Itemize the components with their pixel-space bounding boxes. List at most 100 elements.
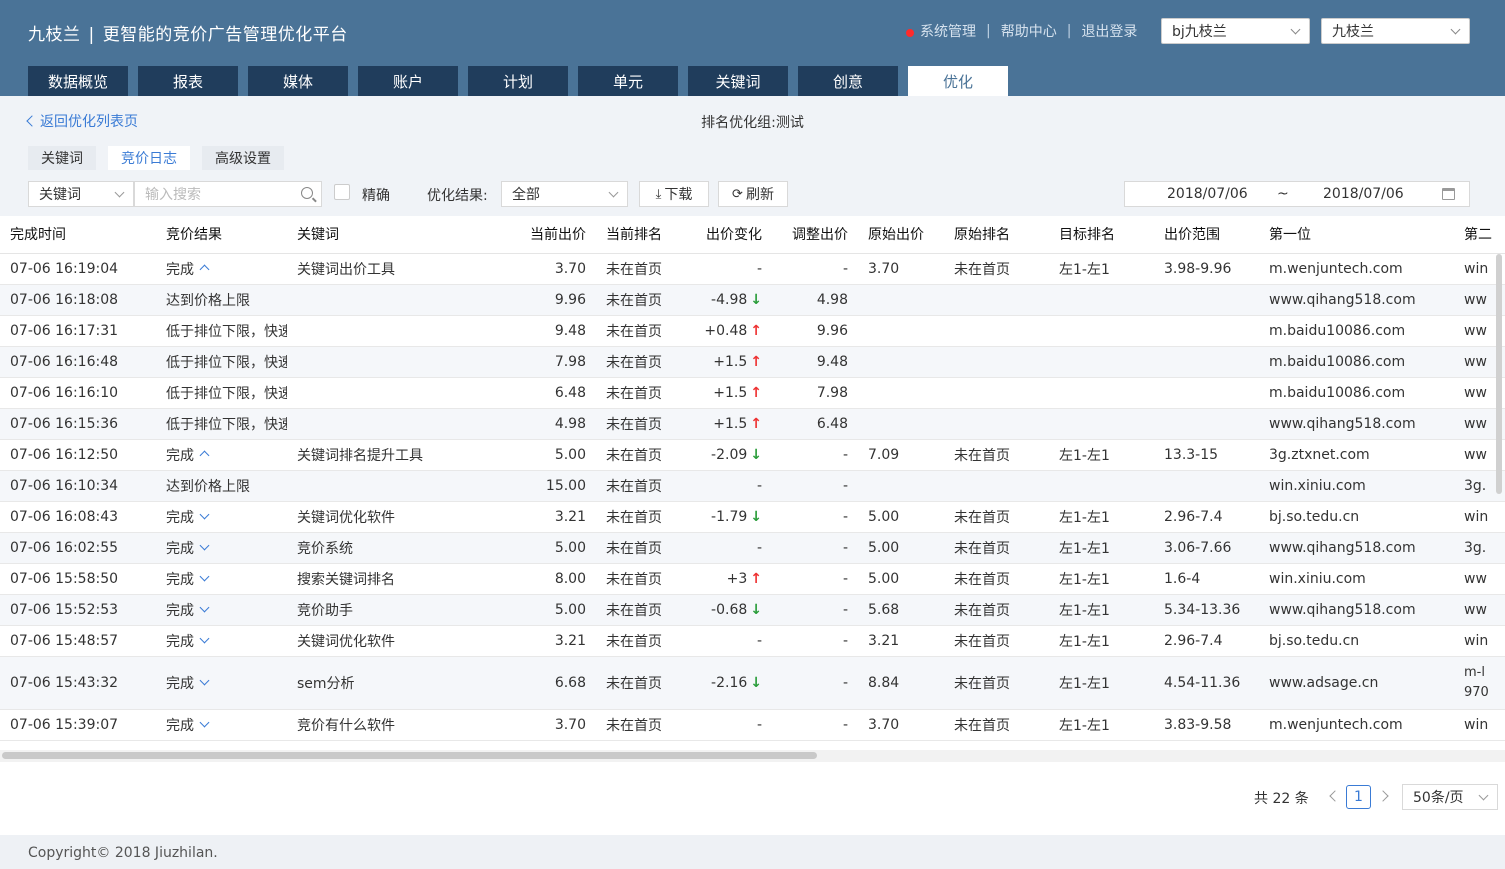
expand-up-icon[interactable] xyxy=(199,450,210,460)
table-row[interactable]: 07-06 16:19:04 完成 关键词出价工具 3.70 未在首页 - - 3.70 未在首… xyxy=(0,253,1505,285)
download-label: 下载 xyxy=(664,187,693,203)
cell-bid-range: 3.06-7.66 xyxy=(1154,532,1259,564)
cell-target-rank xyxy=(1049,315,1154,347)
expand-down-icon[interactable] xyxy=(199,717,210,727)
cell-keyword xyxy=(287,408,502,440)
tab-media[interactable]: 媒体 xyxy=(248,66,348,96)
refresh-button[interactable]: ⟳ 刷新 xyxy=(718,181,788,207)
tab-plan[interactable]: 计划 xyxy=(468,66,568,96)
cell-target-rank: 左1-左1 xyxy=(1049,253,1154,285)
expand-down-icon[interactable] xyxy=(199,571,210,581)
table-row[interactable]: 07-06 15:52:53 完成 竞价助手 5.00 未在首页 -0.68 ↓ - 5.68 未… xyxy=(0,594,1505,626)
table-row[interactable]: 07-06 16:18:08 达到价格上限 9.96 未在首页 -4.98 ↓ 4.98 ww… xyxy=(0,284,1505,316)
cell-original-rank xyxy=(944,315,1049,347)
cell-first-position: www.adsage.cn xyxy=(1259,656,1454,710)
download-button[interactable]: ⤓ 下载 xyxy=(639,181,709,207)
cell-current-bid-text: 5.00 xyxy=(554,539,586,556)
cell-original-bid xyxy=(858,408,944,440)
cell-original-bid-text: 5.00 xyxy=(868,570,900,587)
tab-keyword[interactable]: 关键词 xyxy=(688,66,788,96)
cell-current-rank: 未在首页 xyxy=(596,656,682,710)
cell-bid-result-text: 完成 xyxy=(166,717,194,734)
tab-unit[interactable]: 单元 xyxy=(578,66,678,96)
cell-target-rank: 左1-左1 xyxy=(1049,563,1154,595)
result-filter-select[interactable]: 全部 xyxy=(501,181,628,207)
cell-first-position-text: m.baidu10086.com xyxy=(1269,384,1406,401)
cell-original-bid: 3.70 xyxy=(858,253,944,285)
expand-down-icon[interactable] xyxy=(199,602,210,612)
col-first-position-header: 第一位 xyxy=(1259,216,1454,254)
table-row[interactable]: 07-06 15:58:50 完成 搜索关键词排名 8.00 未在首页 +3 ↑ - 5.00 未… xyxy=(0,563,1505,595)
cell-adjusted-bid-text: - xyxy=(842,539,848,556)
cell-keyword: 竞价有什么软件 xyxy=(287,709,502,741)
cell-target-rank: 左1-左1 xyxy=(1049,625,1154,657)
cell-original-bid: 3.70 xyxy=(858,709,944,741)
cell-second-position: ww xyxy=(1454,594,1505,626)
table-row[interactable]: 07-06 16:08:43 完成 关键词优化软件 3.21 未在首页 -1.79 ↓ - 5.… xyxy=(0,501,1505,533)
table-row[interactable]: 07-06 16:16:48 低于排位下限，快速锁定排位 7.98 未在首页 +1.5↑… xyxy=(0,346,1505,378)
help-center-link[interactable]: 帮助中心 xyxy=(1001,21,1057,41)
scrollbar-thumb[interactable] xyxy=(2,752,817,759)
cell-adjusted-bid-text: - xyxy=(842,674,848,691)
cell-adjusted-bid: - xyxy=(772,253,858,285)
table-row[interactable]: 07-06 16:12:50 完成 关键词排名提升工具 5.00 未在首页 -2.09 ↓ -… xyxy=(0,439,1505,471)
expand-down-icon[interactable] xyxy=(199,540,210,550)
date-range-picker[interactable]: 2018/07/06 ~ 2018/07/06 xyxy=(1124,181,1470,207)
table-row[interactable]: 07-06 15:39:07 完成 竞价有什么软件 3.70 未在首页 - - 3.70 未在首… xyxy=(0,709,1505,741)
tab-report[interactable]: 报表 xyxy=(138,66,238,96)
cell-finish-time: 07-06 15:52:53 xyxy=(0,594,156,626)
table-row[interactable]: 07-06 16:15:36 低于排位下限，快速锁定排位 4.98 未在首页 +1.5↑… xyxy=(0,408,1505,440)
cell-first-position: www.qihang518.com xyxy=(1259,532,1454,564)
table-row[interactable]: 07-06 15:48:57 完成 关键词优化软件 3.21 未在首页 - - 3.21 未在首… xyxy=(0,625,1505,657)
cell-first-position-text: m.baidu10086.com xyxy=(1269,353,1406,370)
cell-bid-change: -0.68 ↓ xyxy=(682,594,772,626)
cell-original-rank xyxy=(944,377,1049,409)
tab-creative[interactable]: 创意 xyxy=(798,66,898,96)
user-select[interactable]: 九枝兰 xyxy=(1321,18,1470,44)
subtab-bid-log[interactable]: 竞价日志 xyxy=(108,146,190,170)
expand-down-icon[interactable] xyxy=(199,675,210,685)
chevron-left-icon xyxy=(26,115,38,127)
arrow-up-icon: ↑ xyxy=(750,570,762,587)
subtab-advanced-settings[interactable]: 高级设置 xyxy=(202,146,284,170)
next-page-icon[interactable] xyxy=(1377,790,1389,802)
table-row[interactable]: 07-06 16:16:10 低于排位下限，快速锁定排位 6.48 未在首页 +1.5↑… xyxy=(0,377,1505,409)
page-title: 排名优化组:测试 xyxy=(701,115,804,131)
cell-target-rank: 左1-左1 xyxy=(1049,439,1154,471)
account-select[interactable]: bj九枝兰 xyxy=(1161,18,1310,44)
search-icon[interactable] xyxy=(301,187,313,199)
cell-bid-change: - xyxy=(682,709,772,741)
cell-original-rank-text: 未在首页 xyxy=(954,675,1010,692)
copyright: Copyright© 2018 Jiuzhilan. xyxy=(28,845,218,861)
table-row[interactable]: 07-06 15:43:32 完成 sem分析 6.68 未在首页 -2.16 ↓ - 8.84… xyxy=(0,656,1505,710)
logout-link[interactable]: 退出登录 xyxy=(1081,21,1137,41)
search-field-select[interactable]: 关键词 xyxy=(28,181,134,207)
cell-second-position-text: ww xyxy=(1464,353,1487,370)
cell-original-bid: 5.00 xyxy=(858,532,944,564)
link-separator: | xyxy=(986,23,991,39)
system-management-link[interactable]: 系统管理 xyxy=(920,21,976,41)
cell-keyword: 搜索关键词排名 xyxy=(287,563,502,595)
tab-account[interactable]: 账户 xyxy=(358,66,458,96)
horizontal-scrollbar[interactable] xyxy=(0,750,1505,762)
cell-target-rank xyxy=(1049,284,1154,316)
table-row[interactable]: 07-06 16:17:31 低于排位下限，快速锁定排位 9.48 未在首页 +0.48… xyxy=(0,315,1505,347)
tab-optimize[interactable]: 优化 xyxy=(908,66,1008,96)
expand-up-icon[interactable] xyxy=(199,264,210,274)
table-row[interactable]: 07-06 16:02:55 完成 竞价系统 5.00 未在首页 - - 5.00 未在首页 左1… xyxy=(0,532,1505,564)
prev-page-icon[interactable] xyxy=(1329,790,1341,802)
subtab-keywords[interactable]: 关键词 xyxy=(28,146,96,170)
table-row[interactable]: 07-06 16:10:34 达到价格上限 15.00 未在首页 - - win.xiniu… xyxy=(0,470,1505,502)
back-to-list-link[interactable]: 返回优化列表页 xyxy=(26,111,138,131)
search-input[interactable]: 输入搜索 xyxy=(134,181,322,207)
expand-down-icon[interactable] xyxy=(199,509,210,519)
page-number-button[interactable]: 1 xyxy=(1346,785,1371,809)
cell-original-rank: 未在首页 xyxy=(944,563,1049,595)
expand-down-icon[interactable] xyxy=(199,633,210,643)
vertical-scrollbar[interactable] xyxy=(1496,254,1502,494)
tab-overview[interactable]: 数据概览 xyxy=(28,66,128,96)
page-size-select[interactable]: 50条/页 xyxy=(1402,784,1498,810)
cell-bid-result-text: 达到价格上限 xyxy=(166,292,250,309)
exact-checkbox[interactable] xyxy=(334,184,350,200)
cell-finish-time: 07-06 16:08:43 xyxy=(0,501,156,533)
